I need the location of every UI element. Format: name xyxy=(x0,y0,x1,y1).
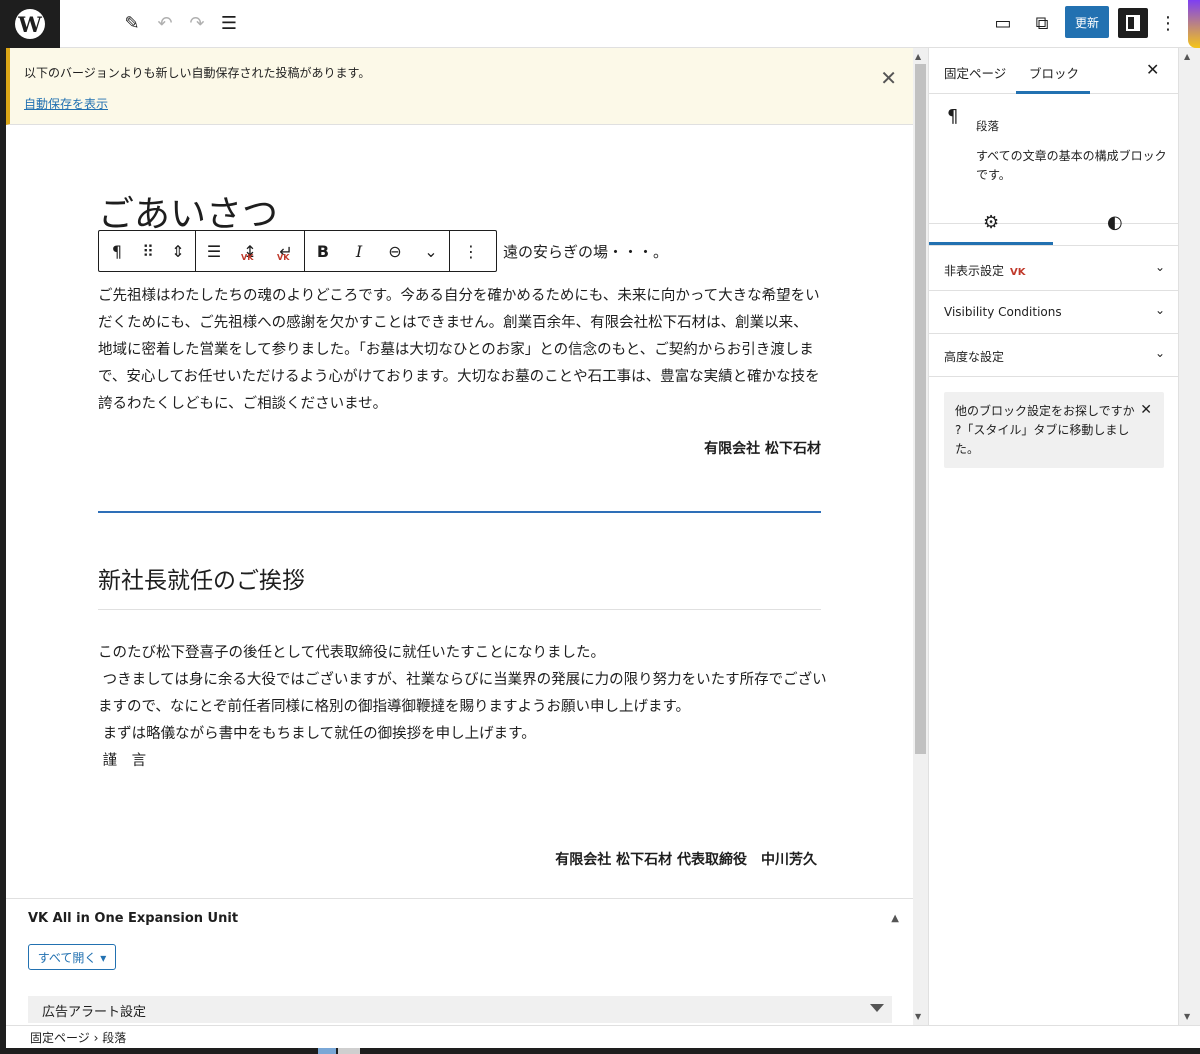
sidebar-scrollbar[interactable] xyxy=(1178,48,1200,1025)
block-breadcrumb-bar: 固定ページ › 段落 xyxy=(6,1025,1200,1048)
new-president-paragraph[interactable]: このたび松下登喜子の後任として代表取締役に就任いたすことになりました。 つきまし… xyxy=(98,640,828,775)
sidebar-tabs: 固定ページ ブロック ✕ xyxy=(929,48,1179,94)
panel-visibility-conditions[interactable]: Visibility Conditions ⌄ xyxy=(929,291,1179,334)
sidebar-icon xyxy=(1126,15,1140,31)
ad-alert-label: 広告アラート設定 xyxy=(42,1005,147,1020)
heading-underline xyxy=(98,609,821,610)
canvas-scrollbar-thumb[interactable] xyxy=(915,64,926,754)
block-options-icon[interactable]: ⋮ xyxy=(450,231,492,271)
taskbar-item xyxy=(318,1048,336,1054)
tip-close-icon[interactable]: ✕ xyxy=(1140,402,1152,418)
newline-icon[interactable]: ↵ VK xyxy=(268,231,304,271)
taskbar-strip xyxy=(0,1048,1200,1054)
open-all-button[interactable]: すべて開く ▾ xyxy=(28,944,116,970)
autosave-notice: 以下のバージョンよりも新しい自動保存された投稿があります。 自動保存を表示 ✕ xyxy=(6,48,913,125)
notice-close-icon[interactable]: ✕ xyxy=(880,66,897,90)
tab-block[interactable]: ブロック xyxy=(1029,63,1079,82)
wordpress-logo[interactable]: W xyxy=(0,0,60,48)
notice-message: 以下のバージョンよりも新しい自動保存された投稿があります。 xyxy=(24,66,371,80)
new-president-heading[interactable]: 新社長就任のご挨拶 xyxy=(98,561,305,595)
block-toolbar: ¶ ⠿ ⇕ ☰ ↨ VK ↵ VK B I ⊖ ⌄ ⋮ xyxy=(98,230,497,272)
taskbar-item-2 xyxy=(338,1048,360,1054)
panel-label: 非表示設定 VK xyxy=(944,262,1026,279)
panel-label: Visibility Conditions xyxy=(944,305,1062,319)
tip-text: 他のブロック設定をお探しですか ?「スタイル」タブに移動しました。 xyxy=(955,404,1135,456)
link-icon[interactable]: ⊖ xyxy=(377,231,413,271)
panel-hidden-settings[interactable]: 非表示設定 VK ⌄ xyxy=(929,248,1179,291)
align-text-icon[interactable]: ☰ xyxy=(196,231,232,271)
separator-block[interactable] xyxy=(98,511,821,513)
ad-alert-settings-row[interactable]: 広告アラート設定 xyxy=(28,996,892,1023)
paragraph-icon: ¶ xyxy=(947,106,959,127)
block-toolbar-group-format: ☰ ↨ VK ↵ VK xyxy=(196,231,305,271)
metabox-title[interactable]: VK All in One Expansion Unit xyxy=(28,911,238,926)
selected-paragraph-text[interactable]: 遠の安らぎの場・・・。 xyxy=(503,241,668,262)
active-subtab-indicator xyxy=(929,242,1053,245)
settings-sidebar: 固定ページ ブロック ✕ ¶ 段落 すべての文章の基本の構成ブロックです。 ⚙ … xyxy=(928,48,1179,1025)
scroll-down-icon[interactable]: ▼ xyxy=(915,1012,921,1021)
greeting-paragraph[interactable]: ご先祖様はわたしたちの魂のよりどころです。今ある自分を確かめるためにも、未来に向… xyxy=(98,283,820,418)
styles-contrast-icon[interactable]: ◐ xyxy=(1107,212,1123,233)
editor-header: W + ✎ ↶ ↷ ☰ ▭ ⧉ 更新 ⋮ xyxy=(0,0,1200,48)
sidebar-scroll-down-icon[interactable]: ▼ xyxy=(1184,1012,1190,1021)
sidebar-scroll-up-icon[interactable]: ▲ xyxy=(1184,52,1190,61)
panel-advanced[interactable]: 高度な設定 ⌄ xyxy=(929,334,1179,377)
vk-badge-icon-2: VK xyxy=(277,253,290,262)
view-autosave-link[interactable]: 自動保存を表示 xyxy=(24,95,108,112)
undo-icon[interactable]: ↶ xyxy=(150,8,180,38)
chevron-down-icon: ⌄ xyxy=(1154,346,1165,360)
drag-handle-icon[interactable]: ⠿ xyxy=(135,231,161,271)
panel-label: 高度な設定 xyxy=(944,350,1005,364)
document-overview-icon[interactable]: ☰ xyxy=(214,8,244,38)
chevron-down-icon: ⌄ xyxy=(1154,260,1165,274)
line-height-icon[interactable]: ↨ VK xyxy=(232,231,268,271)
corner-accent xyxy=(1188,0,1200,48)
scroll-up-icon[interactable]: ▲ xyxy=(915,52,921,61)
vk-expansion-metabox: VK All in One Expansion Unit ▲ すべて開く ▾ 広… xyxy=(6,898,913,1025)
update-button[interactable]: 更新 xyxy=(1065,6,1109,38)
block-description: すべての文章の基本の構成ブロックです。 xyxy=(976,149,1167,182)
block-toolbar-group-options: ⋮ xyxy=(450,231,492,271)
expand-triangle-icon xyxy=(870,1004,884,1012)
block-name: 段落 xyxy=(976,119,999,133)
edit-tools-icon[interactable]: ✎ xyxy=(117,8,147,38)
block-toolbar-group-inline: B I ⊖ ⌄ xyxy=(305,231,450,271)
options-menu-icon[interactable]: ⋮ xyxy=(1153,8,1183,38)
panel-label-text: 非表示設定 xyxy=(944,264,1005,278)
paragraph-block-icon[interactable]: ¶ xyxy=(99,231,135,271)
preview-icon[interactable]: ▭ xyxy=(988,8,1018,38)
company-signature[interactable]: 有限会社 松下石材 xyxy=(704,438,821,458)
move-up-down-icon[interactable]: ⇕ xyxy=(161,231,195,271)
tab-page[interactable]: 固定ページ xyxy=(944,63,1006,82)
more-formats-chevron-icon[interactable]: ⌄ xyxy=(413,231,449,271)
styles-tab-tip: 他のブロック設定をお探しですか ?「スタイル」タブに移動しました。 ✕ xyxy=(944,392,1164,468)
italic-button[interactable]: I xyxy=(341,231,377,271)
president-signature[interactable]: 有限会社 松下石材 代表取締役 中川芳久 xyxy=(555,849,817,869)
bold-button[interactable]: B xyxy=(305,231,341,271)
vk-badge-icon: VK xyxy=(241,253,254,262)
view-page-icon[interactable]: ⧉ xyxy=(1027,8,1057,38)
vk-badge-icon-3: VK xyxy=(1010,267,1026,278)
settings-gear-icon[interactable]: ⚙ xyxy=(983,212,999,233)
chevron-down-icon: ⌄ xyxy=(1154,303,1165,317)
collapse-caret-icon[interactable]: ▲ xyxy=(891,913,899,924)
block-toolbar-group-block: ¶ ⠿ ⇕ xyxy=(99,231,196,271)
settings-sidebar-toggle[interactable] xyxy=(1118,8,1148,38)
block-inspector-tabs: ⚙ ◐ xyxy=(929,200,1179,246)
redo-icon[interactable]: ↷ xyxy=(182,8,212,38)
close-sidebar-icon[interactable]: ✕ xyxy=(1146,60,1159,79)
wordpress-icon: W xyxy=(15,9,45,39)
breadcrumb[interactable]: 固定ページ › 段落 xyxy=(30,1029,126,1046)
